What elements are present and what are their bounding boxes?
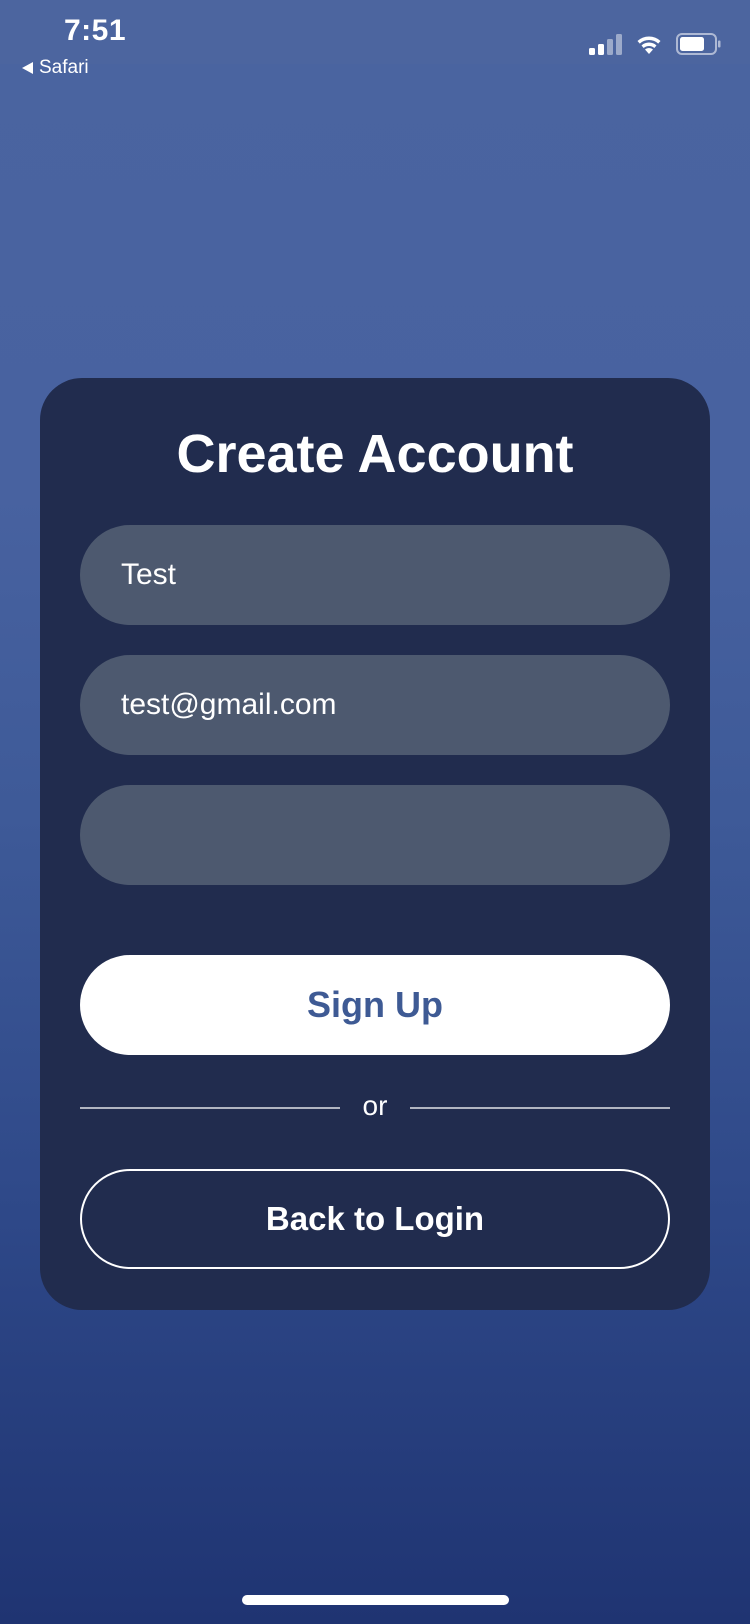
sign-up-button[interactable]: Sign Up	[80, 955, 670, 1055]
back-to-login-label: Back to Login	[265, 1200, 485, 1237]
page-title: Create Account	[176, 424, 574, 484]
back-to-login-button[interactable]: Back to Login	[80, 1169, 670, 1269]
name-input[interactable]: Test	[80, 525, 670, 625]
home-indicator[interactable]	[242, 1595, 509, 1605]
name-input-value: Test	[121, 558, 177, 591]
wifi-icon	[634, 33, 664, 55]
create-account-card: Create Account Test test@gmail.com Sign …	[40, 378, 710, 1310]
back-app-label: Safari	[39, 57, 89, 78]
sign-up-button-label: Sign Up	[307, 984, 443, 1025]
status-bar: 7:51 Safari	[0, 0, 750, 78]
divider-text: or	[362, 1090, 388, 1121]
cellular-signal-icon	[589, 33, 622, 55]
or-divider: or	[80, 1090, 670, 1126]
email-input-value: test@gmail.com	[121, 688, 337, 721]
password-input[interactable]	[80, 785, 670, 885]
status-indicators	[589, 33, 722, 55]
status-time: 7:51	[64, 14, 127, 47]
back-triangle-icon	[22, 62, 33, 74]
email-input[interactable]: test@gmail.com	[80, 655, 670, 755]
back-to-safari-link[interactable]: Safari	[22, 57, 89, 79]
divider-line-right	[410, 1107, 670, 1109]
battery-icon	[676, 33, 722, 55]
